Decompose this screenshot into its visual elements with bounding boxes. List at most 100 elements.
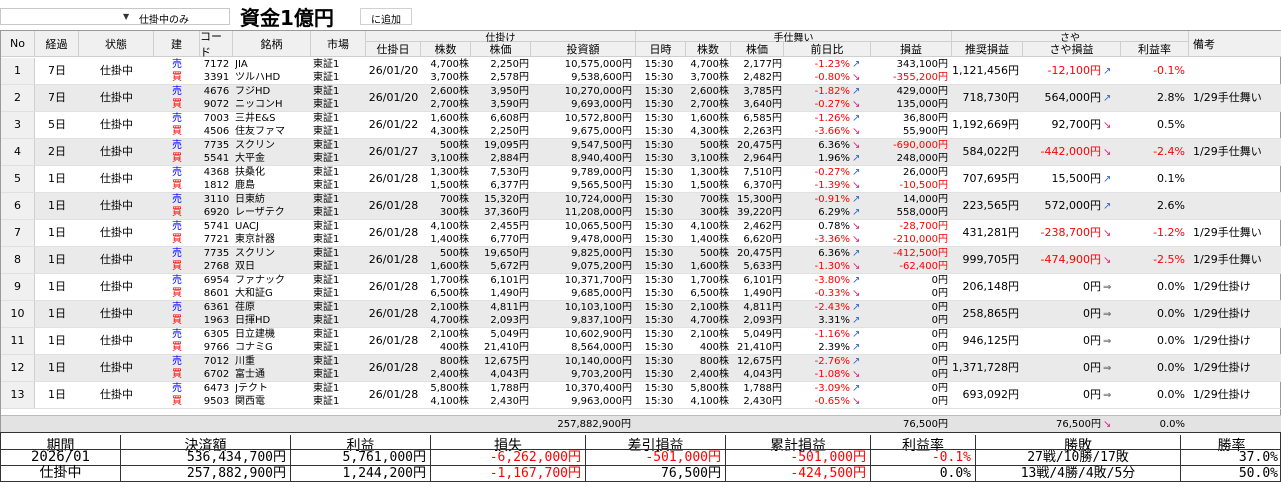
leg-code: 5541 <box>203 153 230 164</box>
leg-code: 1963 <box>203 315 230 326</box>
col-meigara[interactable]: 銘柄 <box>233 31 311 57</box>
total-rate: 0.0% <box>1159 419 1185 430</box>
row-date: 26/01/27 <box>368 145 419 158</box>
leg-kabuka: 19,095円 <box>484 140 529 151</box>
leg-kabusu2: 2,100株 <box>690 329 729 340</box>
leg-kabuka: 21,410円 <box>484 342 529 353</box>
table-row[interactable]: 9 1日 仕掛中 26/01/28 206,148円 0円 ⇒ 0.0% 1/29仕掛け売 695… <box>1 274 1281 301</box>
leg-name: スクリン <box>235 140 275 151</box>
table-row[interactable]: 13 1日 仕掛中 26/01/28 693,092円 0円 ⇒ 0.0% 1/29仕掛け売 64… <box>1 382 1281 409</box>
leg-kabusu2: 2,100株 <box>690 302 729 313</box>
arrow-right-icon: ⇒ <box>1103 363 1112 374</box>
leg-name: 三井E&S <box>235 113 276 124</box>
leg-toushi: 9,963,000円 <box>571 396 632 407</box>
col-kabusu2[interactable]: 株数 <box>686 42 731 57</box>
col-status[interactable]: 状態 <box>79 31 154 57</box>
col-tate[interactable]: 建 <box>154 31 200 57</box>
col-market[interactable]: 市場 <box>311 31 366 57</box>
leg-kabuka2: 3,640円 <box>743 99 782 110</box>
leg-side: 売 <box>172 194 182 205</box>
leg-toushi: 9,075,200円 <box>571 261 632 272</box>
table-row[interactable]: 11 1日 仕掛中 26/01/28 946,125円 0円 ⇒ 0.0% 1/29仕掛け売 63… <box>1 328 1281 355</box>
summary-cell: 5,761,000円 <box>291 450 431 465</box>
table-row[interactable]: 8 1日 仕掛中 26/01/28 999,705円 -474,900円 ↘ -2.5% 1/2… <box>1 247 1281 274</box>
arrow-down-icon: ↘ <box>1103 255 1112 266</box>
leg-time: 15:30 <box>644 288 674 299</box>
col-kabuka[interactable]: 株価 <box>471 42 531 57</box>
col-biko[interactable]: 備考 <box>1189 31 1281 57</box>
arrow-up-icon: ↗ <box>852 207 861 218</box>
col-rieki-ritsu[interactable]: 利益率 <box>1121 42 1189 57</box>
add-button[interactable]: に追加 <box>360 8 412 26</box>
leg-toushi: 9,685,000円 <box>571 288 632 299</box>
leg-kabuka: 5,672円 <box>490 261 529 272</box>
col-code[interactable]: コード <box>200 30 233 59</box>
leg-soneki: 135,000円 <box>896 99 948 110</box>
leg-zen: -0.80% <box>814 72 850 83</box>
leg-name: コナミG <box>235 342 273 353</box>
leg-time: 15:30 <box>644 342 674 353</box>
leg-market: 東証1 <box>313 275 340 286</box>
leg-name: フジHD <box>235 86 271 97</box>
leg-toushi: 11,208,000円 <box>564 207 632 218</box>
leg-zen: -3.09% <box>814 383 850 394</box>
row-saya-suisho: 999,705円 <box>962 253 1020 266</box>
leg-side: 売 <box>172 221 182 232</box>
leg-side: 売 <box>172 167 182 178</box>
col-date[interactable]: 仕掛日 <box>366 42 421 57</box>
row-note: 1/29仕掛け <box>1193 334 1251 347</box>
row-rate: 2.8% <box>1157 91 1185 104</box>
leg-kabusu: 4,100株 <box>430 221 469 232</box>
leg-toushi: 9,565,500円 <box>571 180 632 191</box>
row-status: 仕掛中 <box>100 280 133 293</box>
leg-name: 日揮HD <box>235 315 271 326</box>
leg-name: 東京計器 <box>235 234 275 245</box>
leg-time: 15:30 <box>644 329 674 340</box>
table-row[interactable]: 3 5日 仕掛中 26/01/22 1,192,669円 92,700円 ↘ 0.5% 売 700… <box>1 112 1281 139</box>
leg-side: 買 <box>172 342 182 353</box>
col-toushi[interactable]: 投資額 <box>531 42 636 57</box>
leg-soneki: 14,000円 <box>903 194 948 205</box>
col-kabuka2[interactable]: 株価 <box>731 42 784 57</box>
leg-kabuka: 2,884円 <box>490 153 529 164</box>
leg-code: 6473 <box>203 383 230 394</box>
filter-dropdown[interactable]: ▼ 仕掛中のみ <box>0 8 230 26</box>
col-saya-soneki[interactable]: さや損益 <box>1023 42 1121 57</box>
table-row[interactable]: 12 1日 仕掛中 26/01/28 1,371,728円 0円 ⇒ 0.0% 1/29仕掛け売… <box>1 355 1281 382</box>
table-row[interactable]: 2 7日 仕掛中 26/01/20 718,730円 564,000円 ↗ 2.8% 1/29手… <box>1 85 1281 112</box>
leg-kabuka: 3,590円 <box>490 99 529 110</box>
table-row[interactable]: 7 1日 仕掛中 26/01/28 431,281円 -238,700円 ↘ -1.2% 1/2… <box>1 220 1281 247</box>
leg-zen: -2.76% <box>814 356 850 367</box>
leg-kabusu2: 1,300株 <box>690 167 729 178</box>
leg-market: 東証1 <box>313 72 340 83</box>
row-saya-suisho: 584,022円 <box>962 145 1020 158</box>
leg-kabusu: 2,600株 <box>430 86 469 97</box>
arrow-down-icon: ↘ <box>1103 147 1112 158</box>
col-suisho[interactable]: 推奨損益 <box>952 42 1023 57</box>
leg-time: 15:30 <box>644 126 674 137</box>
table-row[interactable]: 1 7日 仕掛中 26/01/20 1,121,456円 -12,100円 ↗ -0.1% 売 7… <box>1 58 1281 85</box>
leg-side: 買 <box>172 396 182 407</box>
leg-kabuka2: 12,675円 <box>737 356 782 367</box>
col-no[interactable]: No <box>1 31 35 57</box>
col-kabusu[interactable]: 株数 <box>421 42 471 57</box>
arrow-up-icon: ↗ <box>852 59 861 70</box>
leg-soneki: 0円 <box>931 315 948 326</box>
leg-soneki: 0円 <box>931 342 948 353</box>
leg-market: 東証1 <box>313 207 340 218</box>
row-saya-soneki: 0円 <box>1083 388 1101 401</box>
leg-kabusu: 300株 <box>439 207 469 218</box>
col-jikan[interactable]: 日時 <box>636 42 686 57</box>
table-row[interactable]: 6 1日 仕掛中 26/01/28 223,565円 572,000円 ↗ 2.6% 売 3110… <box>1 193 1281 220</box>
col-soneki[interactable]: 損益 <box>871 42 952 57</box>
table-row[interactable]: 10 1日 仕掛中 26/01/28 258,865円 0円 ⇒ 0.0% 1/29仕掛け売 63… <box>1 301 1281 328</box>
col-keika[interactable]: 経過 <box>35 31 79 57</box>
table-row[interactable]: 4 2日 仕掛中 26/01/27 584,022円 -442,000円 ↘ -2.4% 1/2… <box>1 139 1281 166</box>
table-row[interactable]: 5 1日 仕掛中 26/01/28 707,695円 15,500円 ↗ 0.1% 売 4368 扶… <box>1 166 1281 193</box>
col-zenjitsu[interactable]: 前日比 <box>784 42 871 57</box>
leg-market: 東証1 <box>313 329 340 340</box>
leg-toushi: 9,693,000円 <box>571 99 632 110</box>
leg-zen: -3.66% <box>814 126 850 137</box>
leg-kabuka2: 4,043円 <box>743 369 782 380</box>
leg-zen: -2.43% <box>814 302 850 313</box>
